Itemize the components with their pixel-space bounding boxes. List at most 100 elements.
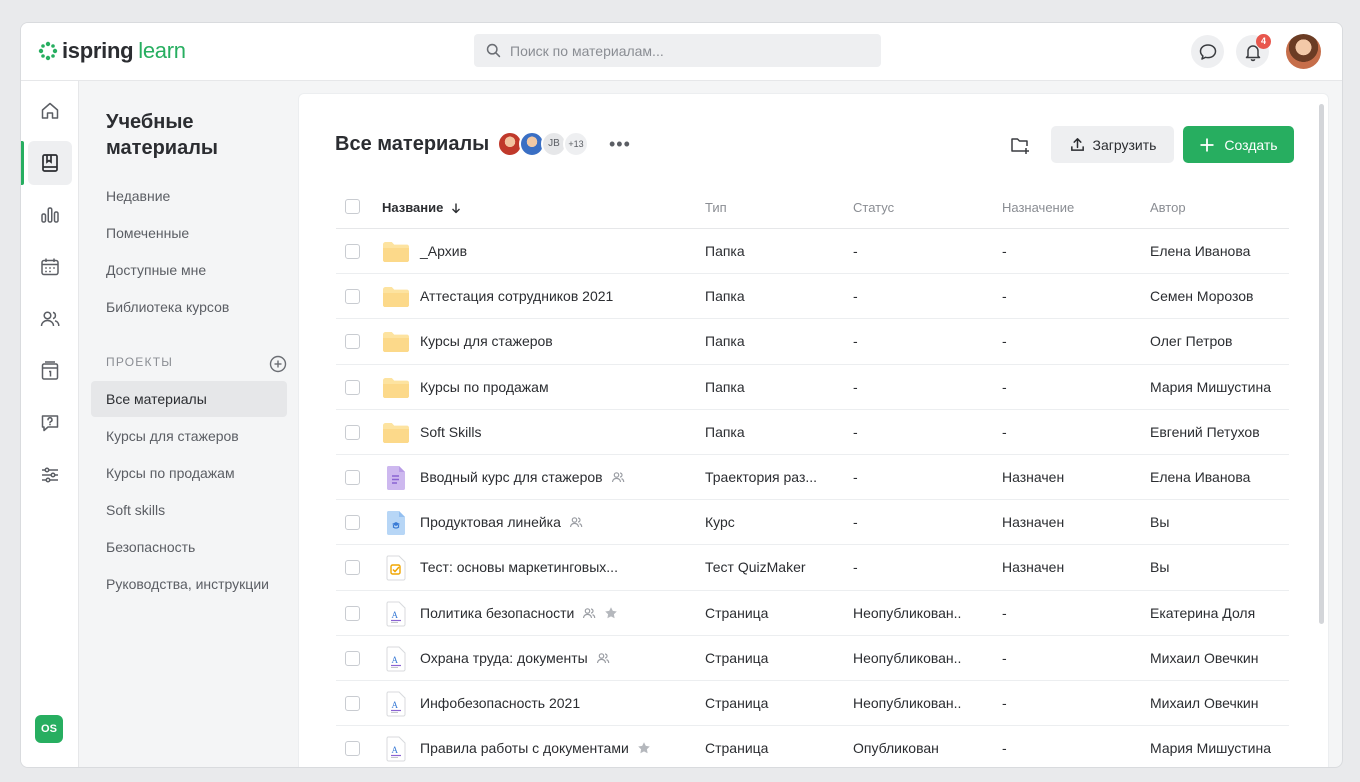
project-all-materials[interactable]: Все материалы [91, 381, 287, 417]
row-status: - [853, 333, 858, 350]
row-type: Страница [705, 604, 769, 621]
table-row[interactable]: Аттестация сотрудников 2021 Папка - - Се… [336, 274, 1289, 320]
row-name[interactable]: _Архив [420, 243, 467, 259]
sidebar-link-marked[interactable]: Помеченные [106, 225, 189, 241]
row-checkbox[interactable] [345, 289, 360, 305]
project-soft-skills[interactable]: Soft skills [91, 492, 287, 528]
table-row[interactable]: Продуктовая линейка Курс - Назначен Вы [336, 500, 1289, 546]
row-checkbox[interactable] [345, 515, 360, 531]
sort-arrow-down-icon [452, 203, 461, 213]
notifications-badge: 4 [1256, 34, 1271, 49]
table-row[interactable]: A Правила работы с документами Страница … [336, 726, 1289, 767]
row-checkbox[interactable] [345, 469, 360, 485]
table-row[interactable]: Курсы по продажам Папка - - Мария Мишуст… [336, 365, 1289, 410]
row-status: - [853, 514, 858, 531]
notifications-button[interactable]: 4 [1236, 34, 1271, 68]
materials-sidebar: Учебные материалы Недавние Помеченные До… [79, 81, 297, 767]
rail-schedule[interactable] [28, 349, 72, 393]
column-header-name[interactable]: Название [382, 200, 462, 215]
row-name[interactable]: Правила работы с документами [420, 740, 651, 756]
sidebar-link-library[interactable]: Библиотека курсов [106, 299, 229, 315]
main-scrollbar[interactable] [1319, 104, 1324, 624]
row-name[interactable]: Курсы по продажам [420, 379, 549, 395]
row-name-text: Охрана труда: документы [420, 649, 588, 666]
table-row[interactable]: Тест: основы маркетинговых... Тест QuizM… [336, 545, 1289, 591]
row-name-text: Тест: основы маркетинговых... [420, 559, 618, 576]
row-name[interactable]: Тест: основы маркетинговых... [420, 559, 618, 575]
row-author: Елена Иванова [1150, 468, 1251, 485]
row-checkbox[interactable] [345, 379, 360, 395]
brand-logo[interactable]: ispring learn [38, 38, 186, 63]
row-author: Вы [1150, 559, 1170, 576]
row-name[interactable]: Вводный курс для стажеров [420, 469, 625, 485]
table-row[interactable]: Вводный курс для стажеров Траектория раз… [336, 455, 1289, 501]
row-name[interactable]: Продуктовая линейка [420, 514, 583, 530]
row-status: Опубликован [853, 740, 939, 757]
chat-bubble-icon [1199, 43, 1216, 60]
column-header-type[interactable]: Тип [705, 200, 727, 215]
row-checkbox[interactable] [345, 334, 360, 350]
add-project-icon[interactable] [269, 355, 287, 373]
row-checkbox[interactable] [345, 560, 360, 576]
projects-section-label: ПРОЕКТЫ [106, 355, 174, 369]
rail-materials[interactable] [28, 141, 72, 185]
row-name[interactable]: Soft Skills [420, 424, 481, 440]
table-row[interactable]: A Охрана труда: документы Страница Неопу… [336, 636, 1289, 681]
sidebar-link-shared[interactable]: Доступные мне [106, 262, 206, 278]
row-name-text: Инфобезопасность 2021 [420, 694, 581, 711]
select-all-checkbox[interactable] [345, 199, 360, 214]
sidebar-link-recent[interactable]: Недавние [106, 188, 170, 204]
create-button[interactable]: Создать [1183, 126, 1294, 163]
column-header-author[interactable]: Автор [1150, 200, 1186, 215]
star-icon[interactable] [637, 741, 651, 755]
row-checkbox[interactable] [345, 244, 360, 259]
row-name[interactable]: Охрана труда: документы [420, 650, 610, 666]
rail-settings[interactable] [28, 453, 72, 497]
project-sales[interactable]: Курсы по продажам [91, 455, 287, 491]
column-header-assign[interactable]: Назначение [1002, 200, 1074, 215]
calendar-icon [41, 258, 59, 276]
project-interns[interactable]: Курсы для стажеров [91, 418, 287, 454]
upload-button[interactable]: Загрузить [1051, 126, 1174, 163]
row-name-text: Курсы для стажеров [420, 333, 553, 350]
rail-calendar[interactable] [28, 245, 72, 289]
new-folder-icon[interactable] [1009, 134, 1031, 156]
rail-users[interactable] [28, 297, 72, 341]
project-guides[interactable]: Руководства, инструкции [91, 566, 287, 602]
table-row[interactable]: A Инфобезопасность 2021 Страница Неопубл… [336, 681, 1289, 727]
ispring-logo-icon [38, 41, 58, 61]
row-checkbox[interactable] [345, 424, 360, 440]
table-row[interactable]: _Архив Папка - - Елена Иванова [336, 229, 1289, 275]
search-bar[interactable] [474, 34, 881, 67]
user-initials-badge[interactable]: OS [35, 715, 63, 743]
column-header-status[interactable]: Статус [853, 200, 894, 215]
user-avatar[interactable] [1286, 34, 1321, 69]
row-checkbox[interactable] [345, 650, 360, 666]
row-type: Траектория раз... [705, 468, 818, 485]
svg-text:A: A [392, 700, 399, 710]
page-icon: A [382, 691, 410, 717]
row-name[interactable]: Политика безопасности [420, 605, 618, 621]
rail-reports[interactable] [28, 193, 72, 237]
row-checkbox[interactable] [345, 695, 360, 711]
folder-icon [382, 375, 410, 400]
table-row[interactable]: A Политика безопасности Страница Неопубл… [336, 591, 1289, 636]
main-panel: Все материалы JB +13 ••• Загрузить Созда… [298, 93, 1329, 767]
row-name[interactable]: Аттестация сотрудников 2021 [420, 288, 613, 304]
project-security[interactable]: Безопасность [91, 529, 287, 565]
row-assignment: Назначен [1002, 559, 1065, 576]
rail-help[interactable] [28, 401, 72, 445]
rail-home[interactable] [28, 89, 72, 133]
search-input[interactable] [510, 42, 870, 59]
table-row[interactable]: Soft Skills Папка - - Евгений Петухов [336, 410, 1289, 455]
row-name[interactable]: Курсы для стажеров [420, 333, 553, 349]
row-checkbox[interactable] [345, 605, 360, 621]
table-row[interactable]: Курсы для стажеров Папка - - Олег Петров [336, 319, 1289, 365]
row-assignment: - [1002, 423, 1007, 440]
collaborators-avatars[interactable]: JB +13 [497, 131, 589, 157]
row-name[interactable]: Инфобезопасность 2021 [420, 695, 580, 711]
row-checkbox[interactable] [345, 741, 360, 757]
star-icon[interactable] [604, 606, 618, 620]
chat-button[interactable] [1191, 35, 1224, 68]
more-options-icon[interactable]: ••• [609, 134, 631, 155]
